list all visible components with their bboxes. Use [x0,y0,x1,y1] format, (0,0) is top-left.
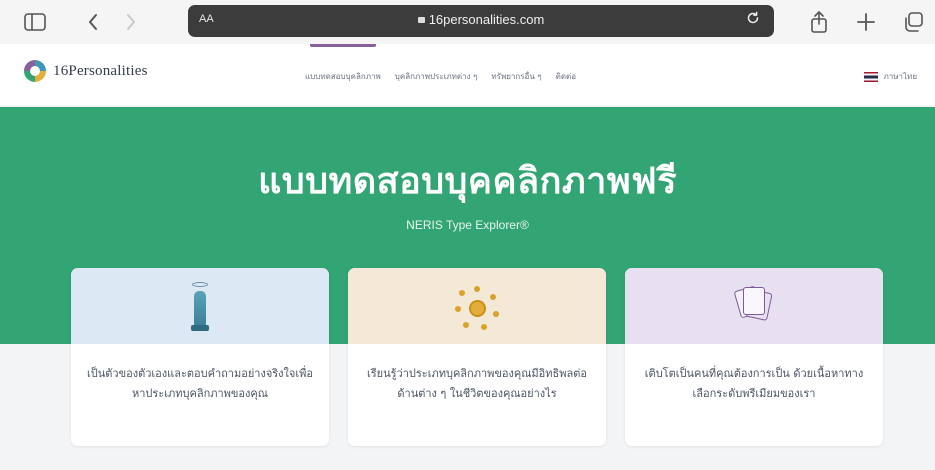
tabs-icon[interactable] [902,8,924,36]
card-text: เป็นตัวของตัวเองและตอบคำถามอย่างจริงใจเพ… [87,367,313,400]
plus-icon[interactable] [855,8,877,36]
card-text: เรียนรู้ว่าประเภทบุคลิกภาพของคุณมีอิทธิพ… [367,367,587,400]
nav-link-types[interactable]: บุคลิกภาพประเภทต่าง ๆ [395,70,478,83]
sidebar-icon[interactable] [22,8,48,36]
active-nav-indicator [310,44,376,47]
language-label: ภาษาไทย [883,72,917,81]
feature-cards: เป็นตัวของตัวเองและตอบคำถามอย่างจริงใจเพ… [71,268,885,446]
chevron-left-icon[interactable] [84,8,102,36]
cards-icon [732,282,776,326]
logo-text: 16Personalities [53,62,148,79]
chevron-right-icon[interactable] [122,8,140,36]
hero-subtitle: NERIS Type Explorer® [406,218,529,232]
feature-card-grow: เติบโตเป็นคนที่คุณต้องการเป็น ด้วยเนื้อห… [625,268,883,446]
url-text: 16personalities.com [428,12,545,27]
lock-icon [417,17,425,23]
thai-flag-icon [864,71,879,82]
site-header: 16Personalities แบบทดสอบบุคลิกภาพ บุคลิก… [0,44,935,107]
reload-icon[interactable] [746,11,760,29]
address-bar[interactable]: AA 16personalities.com [188,5,774,37]
nav-link-contact[interactable]: ติดต่อ [556,70,576,83]
site-logo[interactable]: 16Personalities [24,60,148,82]
feature-card-answer: เป็นตัวของตัวเองและตอบคำถามอย่างจริงใจเพ… [71,268,329,446]
burst-icon [453,284,501,332]
statue-icon [188,282,212,332]
card-illustration-area [71,268,329,344]
main-nav: แบบทดสอบบุคลิกภาพ บุคลิกภาพประเภทต่าง ๆ … [305,70,576,83]
language-selector[interactable]: ภาษาไทย [864,70,917,83]
url-display[interactable]: 16personalities.com [188,12,774,27]
browser-toolbar: AA 16personalities.com [0,0,935,44]
card-illustration-area [625,268,883,344]
hero-title: แบบทดสอบบุคคลิกภาพฟรี [258,161,677,202]
nav-link-test[interactable]: แบบทดสอบบุคลิกภาพ [305,70,381,83]
nav-link-resources[interactable]: ทรัพยากรอื่น ๆ [491,70,541,83]
feature-card-learn: เรียนรู้ว่าประเภทบุคลิกภาพของคุณมีอิทธิพ… [348,268,606,446]
logo-mark-icon [24,60,46,82]
card-text: เติบโตเป็นคนที่คุณต้องการเป็น ด้วยเนื้อห… [644,367,864,400]
share-icon[interactable] [808,8,830,36]
card-illustration-area [348,268,606,344]
